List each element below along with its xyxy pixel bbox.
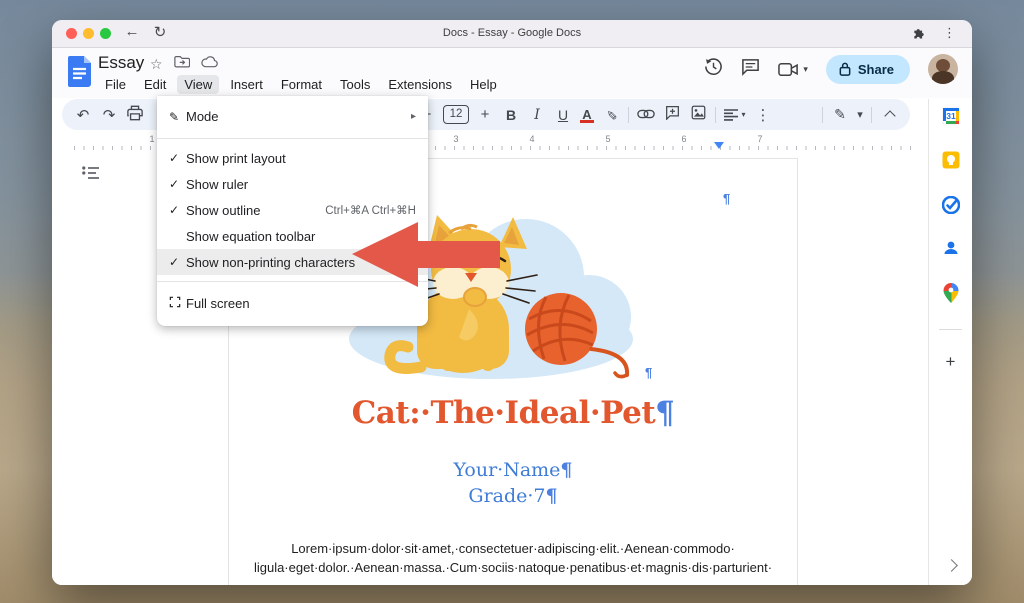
docs-menubar: File Edit View Insert Format Tools Exten… bbox=[98, 75, 504, 94]
menu-item-show-print-layout[interactable]: ✓ Show print layout bbox=[157, 145, 428, 171]
pilcrow-mark: ¶ bbox=[560, 459, 572, 481]
hide-menus-icon[interactable] bbox=[884, 110, 895, 121]
ruler-number: 6 bbox=[681, 134, 686, 144]
align-icon[interactable]: ▾ bbox=[720, 109, 750, 121]
indent-marker-icon[interactable] bbox=[714, 142, 724, 149]
menu-item-show-ruler[interactable]: ✓ Show ruler bbox=[157, 171, 428, 197]
browser-titlebar: ← ↻ Docs - Essay - Google Docs ⋮ bbox=[52, 20, 972, 48]
menu-file[interactable]: File bbox=[98, 75, 133, 94]
ruler-number: 3 bbox=[453, 134, 458, 144]
browser-menu-icon[interactable]: ⋮ bbox=[943, 25, 956, 41]
font-size-increase-icon[interactable]: + bbox=[472, 106, 498, 123]
version-history-icon[interactable] bbox=[704, 57, 723, 81]
font-size-field[interactable]: 12 bbox=[443, 105, 469, 124]
pilcrow-mark: ¶ bbox=[655, 395, 674, 431]
text-color-icon[interactable]: A bbox=[576, 107, 598, 122]
share-button[interactable]: Share bbox=[826, 55, 910, 84]
check-icon: ✓ bbox=[169, 255, 186, 269]
google-tasks-icon[interactable] bbox=[942, 196, 960, 219]
body-paragraph-line[interactable]: ligula·eget·dolor.·Aenean·massa.·Cum·soc… bbox=[229, 560, 797, 575]
underline-icon[interactable]: U bbox=[550, 107, 576, 123]
google-side-panel: 31 + bbox=[928, 99, 972, 585]
document-name[interactable]: Essay bbox=[98, 53, 144, 73]
add-comment-icon[interactable] bbox=[659, 105, 685, 124]
menu-divider bbox=[157, 138, 428, 139]
document-heading[interactable]: Cat:·The·Ideal·Pet¶ bbox=[229, 395, 797, 431]
menu-tools[interactable]: Tools bbox=[333, 75, 377, 94]
show-outline-icon[interactable] bbox=[82, 166, 99, 185]
check-icon: ✓ bbox=[169, 203, 186, 217]
pilcrow-mark: ¶ bbox=[723, 191, 730, 206]
menu-insert[interactable]: Insert bbox=[223, 75, 270, 94]
align-dropdown-icon: ▾ bbox=[741, 110, 745, 119]
google-docs-logo-icon[interactable] bbox=[68, 56, 91, 92]
cloud-status-icon[interactable] bbox=[201, 55, 218, 73]
menu-extensions[interactable]: Extensions bbox=[381, 75, 459, 94]
side-panel-divider bbox=[939, 329, 962, 330]
insert-link-icon[interactable] bbox=[633, 106, 659, 123]
meet-dropdown-icon[interactable]: ▾ bbox=[803, 64, 808, 75]
check-icon: ✓ bbox=[169, 177, 186, 191]
google-contacts-icon[interactable] bbox=[942, 239, 960, 262]
ruler-number: 4 bbox=[529, 134, 534, 144]
undo-icon[interactable]: ↶ bbox=[70, 106, 96, 124]
shortcut-label: Ctrl+⌘A Ctrl+⌘H bbox=[325, 203, 416, 217]
ruler-number: 5 bbox=[605, 134, 610, 144]
menu-item-mode[interactable]: ✎ Mode ▸ bbox=[157, 101, 428, 132]
extensions-icon[interactable] bbox=[912, 26, 926, 45]
bold-icon[interactable]: B bbox=[498, 107, 524, 123]
highlight-color-icon[interactable]: ✎ bbox=[603, 102, 619, 128]
comments-icon[interactable] bbox=[741, 57, 760, 81]
insert-image-icon[interactable] bbox=[685, 105, 711, 124]
redo-icon[interactable]: ↷ bbox=[96, 106, 122, 124]
pencil-icon: ✎ bbox=[169, 110, 186, 124]
ruler-number: 1 bbox=[149, 134, 154, 144]
document-grade-line[interactable]: Grade·7¶ bbox=[229, 485, 797, 507]
star-icon[interactable]: ☆ bbox=[150, 56, 163, 73]
menu-view[interactable]: View bbox=[177, 75, 219, 94]
google-calendar-icon[interactable]: 31 bbox=[942, 107, 960, 130]
svg-text:31: 31 bbox=[946, 111, 956, 121]
more-options-icon[interactable]: ⋮ bbox=[750, 106, 776, 124]
pilcrow-mark: ¶ bbox=[546, 485, 558, 507]
print-icon[interactable] bbox=[122, 105, 148, 125]
ruler-number: 7 bbox=[757, 134, 762, 144]
get-addons-icon[interactable]: + bbox=[929, 352, 972, 372]
red-annotation-arrow bbox=[348, 218, 504, 313]
body-paragraph-line[interactable]: Lorem·ipsum·dolor·sit·amet,·consectetuer… bbox=[229, 541, 797, 556]
document-author-line[interactable]: Your·Name¶ bbox=[229, 459, 797, 481]
menu-edit[interactable]: Edit bbox=[137, 75, 173, 94]
menu-help[interactable]: Help bbox=[463, 75, 504, 94]
window-title: Docs - Essay - Google Docs bbox=[52, 27, 972, 39]
menu-format[interactable]: Format bbox=[274, 75, 329, 94]
pilcrow-mark: ¶ bbox=[645, 365, 652, 380]
docs-header: Essay ☆ File Edit View Insert Format Too… bbox=[52, 48, 972, 98]
move-folder-icon[interactable] bbox=[174, 55, 190, 73]
share-label: Share bbox=[858, 62, 894, 77]
browser-window: ← ↻ Docs - Essay - Google Docs ⋮ Essay ☆ bbox=[52, 20, 972, 585]
meet-video-icon[interactable]: ▾ bbox=[778, 62, 808, 77]
lock-icon bbox=[839, 62, 851, 76]
check-icon: ✓ bbox=[169, 151, 186, 165]
account-avatar[interactable] bbox=[928, 54, 958, 84]
editing-mode-pen-icon[interactable]: ✎ bbox=[827, 106, 853, 123]
italic-icon[interactable]: I bbox=[524, 107, 550, 123]
full-screen-icon bbox=[169, 296, 186, 311]
google-keep-icon[interactable] bbox=[942, 151, 960, 174]
editing-mode-dropdown-icon[interactable]: ▾ bbox=[853, 108, 867, 121]
submenu-arrow-icon: ▸ bbox=[411, 111, 416, 122]
google-maps-icon[interactable] bbox=[943, 283, 958, 308]
